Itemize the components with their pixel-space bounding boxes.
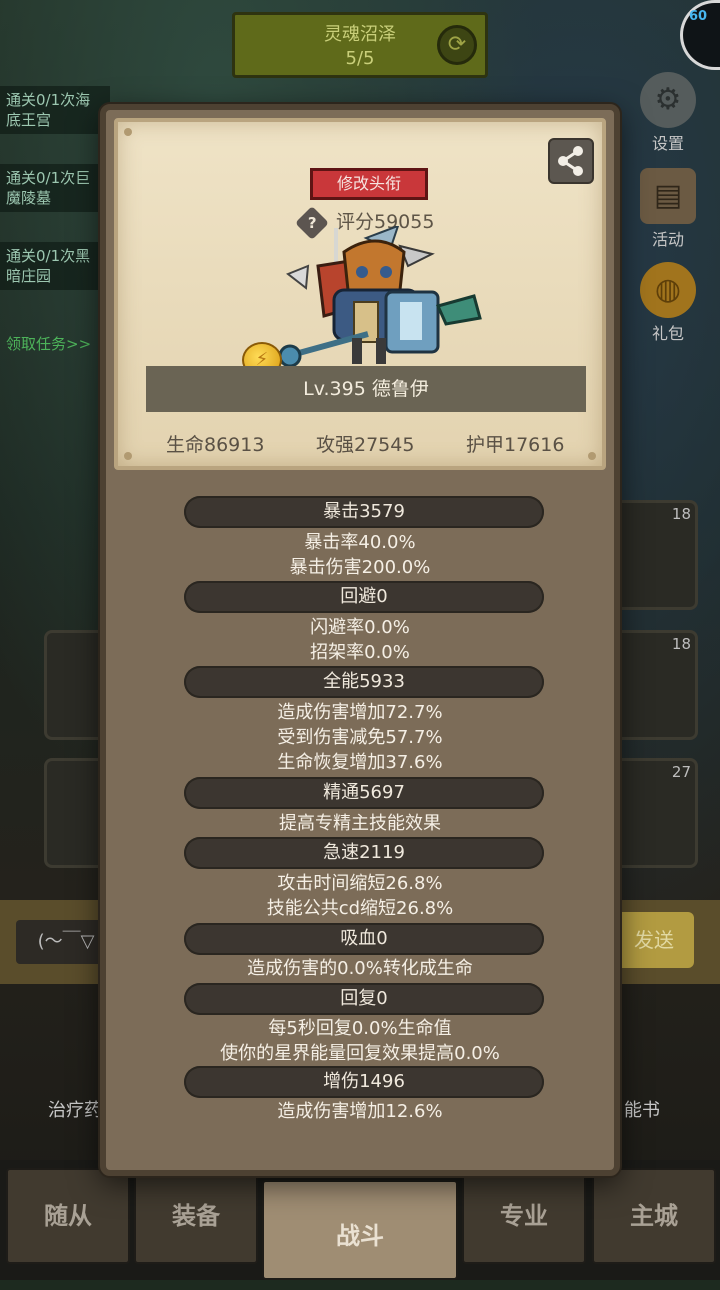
gear-icon: ⚙ xyxy=(640,72,696,128)
gift-button[interactable]: ◍ 礼包 xyxy=(616,262,720,344)
slot-count: 27 xyxy=(671,763,691,781)
claim-quest-link[interactable]: 领取任务>> xyxy=(6,333,91,354)
hero-sprite xyxy=(278,226,482,368)
send-button[interactable]: 发送 xyxy=(614,912,694,968)
item-slot[interactable]: 18 xyxy=(608,500,698,610)
tab-followers[interactable]: 随从 xyxy=(6,1168,130,1264)
attr-line: 造成伤害增加12.6% xyxy=(277,1101,443,1122)
activity-button[interactable]: ▤ 活动 xyxy=(616,168,720,250)
item-slot[interactable]: 18 xyxy=(608,630,698,740)
quest-item[interactable]: 通关0/1次黑暗庄园 xyxy=(0,242,110,290)
character-info-dialog: 修改头衔 ? 评分59055 ⚡ Lv.395 德鲁伊 生命86913 攻强27… xyxy=(100,104,620,1176)
versatility-header: 全能5933 xyxy=(184,666,544,698)
activity-label: 活动 xyxy=(651,230,684,249)
share-button[interactable] xyxy=(548,138,594,184)
pin-decoration xyxy=(124,452,132,460)
attr-line: 每5秒回复0.0%生命值 xyxy=(268,1018,452,1039)
quest-item[interactable]: 通关0/1次海底王宫 xyxy=(0,86,110,134)
character-card: 修改头衔 ? 评分59055 ⚡ Lv.395 德鲁伊 生命86913 攻强27… xyxy=(114,118,606,470)
zone-banner[interactable]: 灵魂沼泽 5/5 ⟳ xyxy=(232,12,488,78)
attr-line: 生命恢复增加37.6% xyxy=(277,752,443,773)
share-icon xyxy=(558,146,583,176)
attack-stat: 攻强27545 xyxy=(316,434,415,456)
attr-line: 造成伤害的0.0%转化成生命 xyxy=(247,958,473,979)
tab-main-city[interactable]: 主城 xyxy=(592,1168,716,1264)
scroll-icon: ▤ xyxy=(640,168,696,224)
attr-line: 技能公共cd缩短26.8% xyxy=(266,898,454,919)
haste-header: 急速2119 xyxy=(184,837,544,869)
damage-bonus-header: 增伤1496 xyxy=(184,1066,544,1098)
attr-line: 受到伤害减免57.7% xyxy=(277,727,443,748)
attr-line: 提高专精主技能效果 xyxy=(279,813,441,834)
lifesteal-header: 吸血0 xyxy=(184,923,544,955)
settings-button[interactable]: ⚙ 设置 xyxy=(616,72,720,154)
attr-line: 闪避率0.0% xyxy=(310,617,410,638)
attr-line: 招架率0.0% xyxy=(310,642,410,663)
tab-battle[interactable]: 战斗 xyxy=(262,1180,458,1280)
dodge-header: 回避0 xyxy=(184,581,544,613)
tab-equipment[interactable]: 装备 xyxy=(134,1168,258,1264)
regen-header: 回复0 xyxy=(184,983,544,1015)
refresh-icon[interactable]: ⟳ xyxy=(437,25,477,65)
slot-count: 18 xyxy=(671,505,691,523)
skillbook-label[interactable]: 能书 xyxy=(624,1096,660,1122)
item-slot[interactable]: 27 xyxy=(608,758,698,868)
level-class-bar: Lv.395 德鲁伊 xyxy=(146,366,586,412)
slot-count: 18 xyxy=(671,635,691,653)
hp-stat: 生命86913 xyxy=(166,434,265,456)
tab-profession[interactable]: 专业 xyxy=(462,1168,586,1264)
mastery-header: 精通5697 xyxy=(184,777,544,809)
attr-line: 使你的星界能量回复效果提高0.0% xyxy=(220,1043,500,1064)
armor-stat: 护甲17616 xyxy=(466,434,565,456)
gift-label: 礼包 xyxy=(651,324,684,343)
pin-decoration xyxy=(588,452,596,460)
attr-line: 暴击伤害200.0% xyxy=(289,557,431,578)
attr-line: 暴击率40.0% xyxy=(304,532,416,553)
pin-decoration xyxy=(124,128,132,136)
attr-line: 造成伤害增加72.7% xyxy=(277,702,443,723)
settings-label: 设置 xyxy=(651,134,684,153)
gift-icon: ◍ xyxy=(640,262,696,318)
potion-label[interactable]: 治疗药 xyxy=(48,1096,102,1122)
crit-header: 暴击3579 xyxy=(184,496,544,528)
edit-title-button[interactable]: 修改头衔 xyxy=(310,168,428,200)
attr-line: 攻击时间缩短26.8% xyxy=(277,873,443,894)
quest-item[interactable]: 通关0/1次巨魔陵墓 xyxy=(0,164,110,212)
